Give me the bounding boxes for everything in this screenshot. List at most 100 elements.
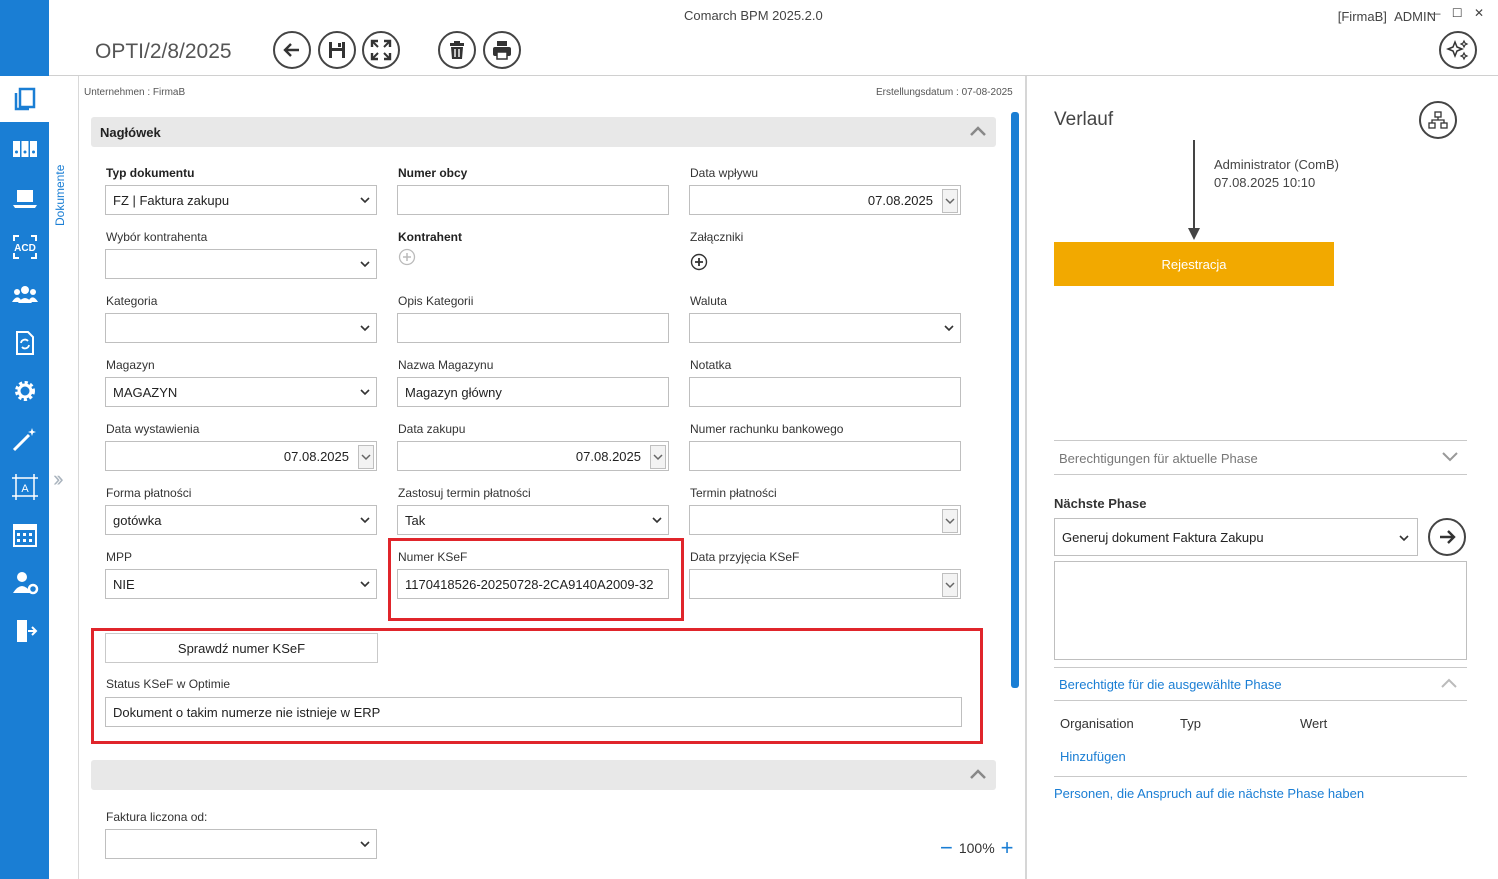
divider bbox=[1054, 440, 1467, 441]
window-controls[interactable]: — ☐ ✕ bbox=[1429, 6, 1488, 20]
typ-dokumentu-select[interactable]: FZ | Faktura zakupu bbox=[105, 185, 377, 215]
ai-assistant-button[interactable] bbox=[1439, 31, 1477, 69]
company-meta: Unternehmen : FirmaB bbox=[84, 87, 186, 98]
opis-kategorii-input[interactable] bbox=[397, 313, 669, 343]
wybor-kontrahenta-label: Wybór kontrahenta bbox=[106, 230, 208, 244]
sidebar-text-frame-icon[interactable]: A bbox=[0, 464, 49, 510]
next-phase-select[interactable]: Generuj dokument Faktura Zakupu bbox=[1054, 518, 1418, 556]
chevron-down-icon bbox=[360, 325, 370, 332]
faktura-liczona-select[interactable] bbox=[105, 829, 377, 859]
data-wplywu-date[interactable]: 07.08.2025 bbox=[689, 185, 961, 215]
zoom-level: 100% bbox=[958, 840, 995, 856]
divider bbox=[1054, 700, 1467, 701]
data-wystawienia-date[interactable]: 07.08.2025 bbox=[105, 441, 377, 471]
company-label: [FirmaB] bbox=[1337, 9, 1387, 24]
numer-obcy-label: Numer obcy bbox=[398, 166, 468, 180]
divider bbox=[1054, 667, 1467, 668]
permissions-current-phase[interactable]: Berechtigungen für aktuelle Phase bbox=[1059, 451, 1258, 466]
add-link[interactable]: Hinzufügen bbox=[1060, 749, 1126, 764]
print-icon bbox=[493, 41, 511, 60]
next-phase-go-button[interactable] bbox=[1428, 518, 1466, 556]
zoom-in-button[interactable]: + bbox=[1001, 837, 1014, 859]
expand-chevron-icon[interactable]: ›› bbox=[53, 466, 63, 492]
date-dropdown-button[interactable] bbox=[358, 445, 374, 469]
add-kontrahent-icon[interactable] bbox=[398, 248, 416, 266]
sidebar-user-settings-icon[interactable] bbox=[0, 560, 49, 606]
waluta-select[interactable] bbox=[689, 313, 961, 343]
date-dropdown-button[interactable] bbox=[942, 509, 958, 533]
section-header-naglowek[interactable]: Nagłówek bbox=[91, 117, 996, 147]
print-button[interactable] bbox=[483, 31, 521, 69]
data-zakupu-value: 07.08.2025 bbox=[575, 448, 641, 464]
data-przyjecia-ksef-date[interactable] bbox=[689, 569, 961, 599]
kontrahent-label: Kontrahent bbox=[398, 230, 462, 244]
sidebar-logout-icon[interactable] bbox=[0, 608, 49, 654]
sidebar-laptop-icon[interactable] bbox=[0, 175, 49, 221]
date-dropdown-button[interactable] bbox=[942, 189, 958, 213]
nazwa-magazynu-label: Nazwa Magazynu bbox=[398, 358, 494, 372]
termin-platnosci-label: Termin płatności bbox=[690, 486, 777, 500]
zoom-control: − 100% + bbox=[940, 837, 1014, 859]
back-button[interactable] bbox=[273, 31, 311, 69]
sidebar-binders-icon[interactable] bbox=[0, 126, 49, 172]
forma-platnosci-select[interactable]: gotówka bbox=[105, 505, 377, 535]
section-header-2[interactable] bbox=[91, 760, 996, 790]
sidebar-refresh-doc-icon[interactable] bbox=[0, 320, 49, 366]
next-phase-label: Nächste Phase bbox=[1054, 496, 1147, 511]
delete-button[interactable] bbox=[438, 31, 476, 69]
chevron-down-icon bbox=[360, 261, 370, 268]
creation-date-meta: Erstellungsdatum : 07-08-2025 bbox=[876, 87, 1013, 98]
sidebar-settings-icon[interactable] bbox=[0, 368, 49, 414]
kategoria-label: Kategoria bbox=[106, 294, 158, 308]
workflow-diagram-button[interactable] bbox=[1419, 101, 1457, 139]
numer-rachunku-input[interactable] bbox=[689, 441, 961, 471]
chevron-up-icon[interactable] bbox=[1440, 677, 1458, 689]
entitled-persons-link[interactable]: Personen, die Anspruch auf die nächste P… bbox=[1054, 786, 1364, 801]
chevron-down-icon bbox=[652, 517, 662, 524]
numer-obcy-input[interactable] bbox=[397, 185, 669, 215]
history-title: Verlauf bbox=[1054, 109, 1114, 130]
data-zakupu-date[interactable]: 07.08.2025 bbox=[397, 441, 669, 471]
magazyn-select[interactable]: MAGAZYN bbox=[105, 377, 377, 407]
zoom-out-button[interactable]: − bbox=[940, 837, 953, 859]
chevron-down-icon[interactable] bbox=[1441, 451, 1459, 463]
back-arrow-icon bbox=[283, 43, 299, 57]
date-dropdown-button[interactable] bbox=[650, 445, 666, 469]
zastosuj-termin-value: Tak bbox=[405, 512, 426, 528]
chevron-down-icon bbox=[360, 581, 370, 588]
form-scrollbar[interactable] bbox=[1011, 112, 1019, 688]
panel-divider[interactable] bbox=[1025, 76, 1027, 879]
zalaczniki-label: Załączniki bbox=[690, 230, 744, 244]
date-dropdown-button[interactable] bbox=[942, 573, 958, 597]
forma-platnosci-value: gotówka bbox=[113, 512, 162, 528]
nazwa-magazynu-input[interactable]: Magazyn główny bbox=[397, 377, 669, 407]
termin-platnosci-date[interactable] bbox=[689, 505, 961, 535]
add-attachment-icon[interactable] bbox=[690, 253, 708, 271]
sidebar-users-icon[interactable] bbox=[0, 272, 49, 318]
current-phase-box[interactable]: Rejestracja bbox=[1054, 242, 1334, 286]
kategoria-select[interactable] bbox=[105, 313, 377, 343]
org-chart-icon bbox=[1428, 111, 1448, 129]
fullscreen-icon bbox=[370, 39, 392, 61]
sidebar-ocr-icon[interactable]: ACD bbox=[0, 224, 49, 270]
delete-icon bbox=[450, 41, 464, 59]
collapse-chevron-icon[interactable] bbox=[968, 121, 988, 141]
next-phase-value: Generuj dokument Faktura Zakupu bbox=[1062, 529, 1264, 545]
sidebar-calendar-icon[interactable] bbox=[0, 512, 49, 558]
check-ksef-button[interactable]: Sprawdź numer KSeF bbox=[105, 633, 378, 663]
save-icon bbox=[329, 42, 345, 58]
sidebar-documents-icon[interactable] bbox=[0, 76, 49, 122]
status-ksef-input[interactable]: Dokument o takim numerze nie istnieje w … bbox=[105, 697, 962, 727]
next-phase-comment[interactable] bbox=[1054, 561, 1467, 660]
notatka-input[interactable] bbox=[689, 377, 961, 407]
mpp-select[interactable]: NIE bbox=[105, 569, 377, 599]
save-button[interactable] bbox=[318, 31, 356, 69]
wybor-kontrahenta-select[interactable] bbox=[105, 249, 377, 279]
sidebar-wand-icon[interactable] bbox=[0, 416, 49, 462]
fullscreen-button[interactable] bbox=[362, 31, 400, 69]
permitted-selected-phase[interactable]: Berechtigte für die ausgewählte Phase bbox=[1059, 677, 1282, 692]
tab-dokumente[interactable]: Dokumente bbox=[53, 165, 67, 226]
flow-arrow-icon bbox=[1188, 228, 1200, 240]
zastosuj-termin-select[interactable]: Tak bbox=[397, 505, 669, 535]
collapse-chevron-icon[interactable] bbox=[968, 764, 988, 784]
